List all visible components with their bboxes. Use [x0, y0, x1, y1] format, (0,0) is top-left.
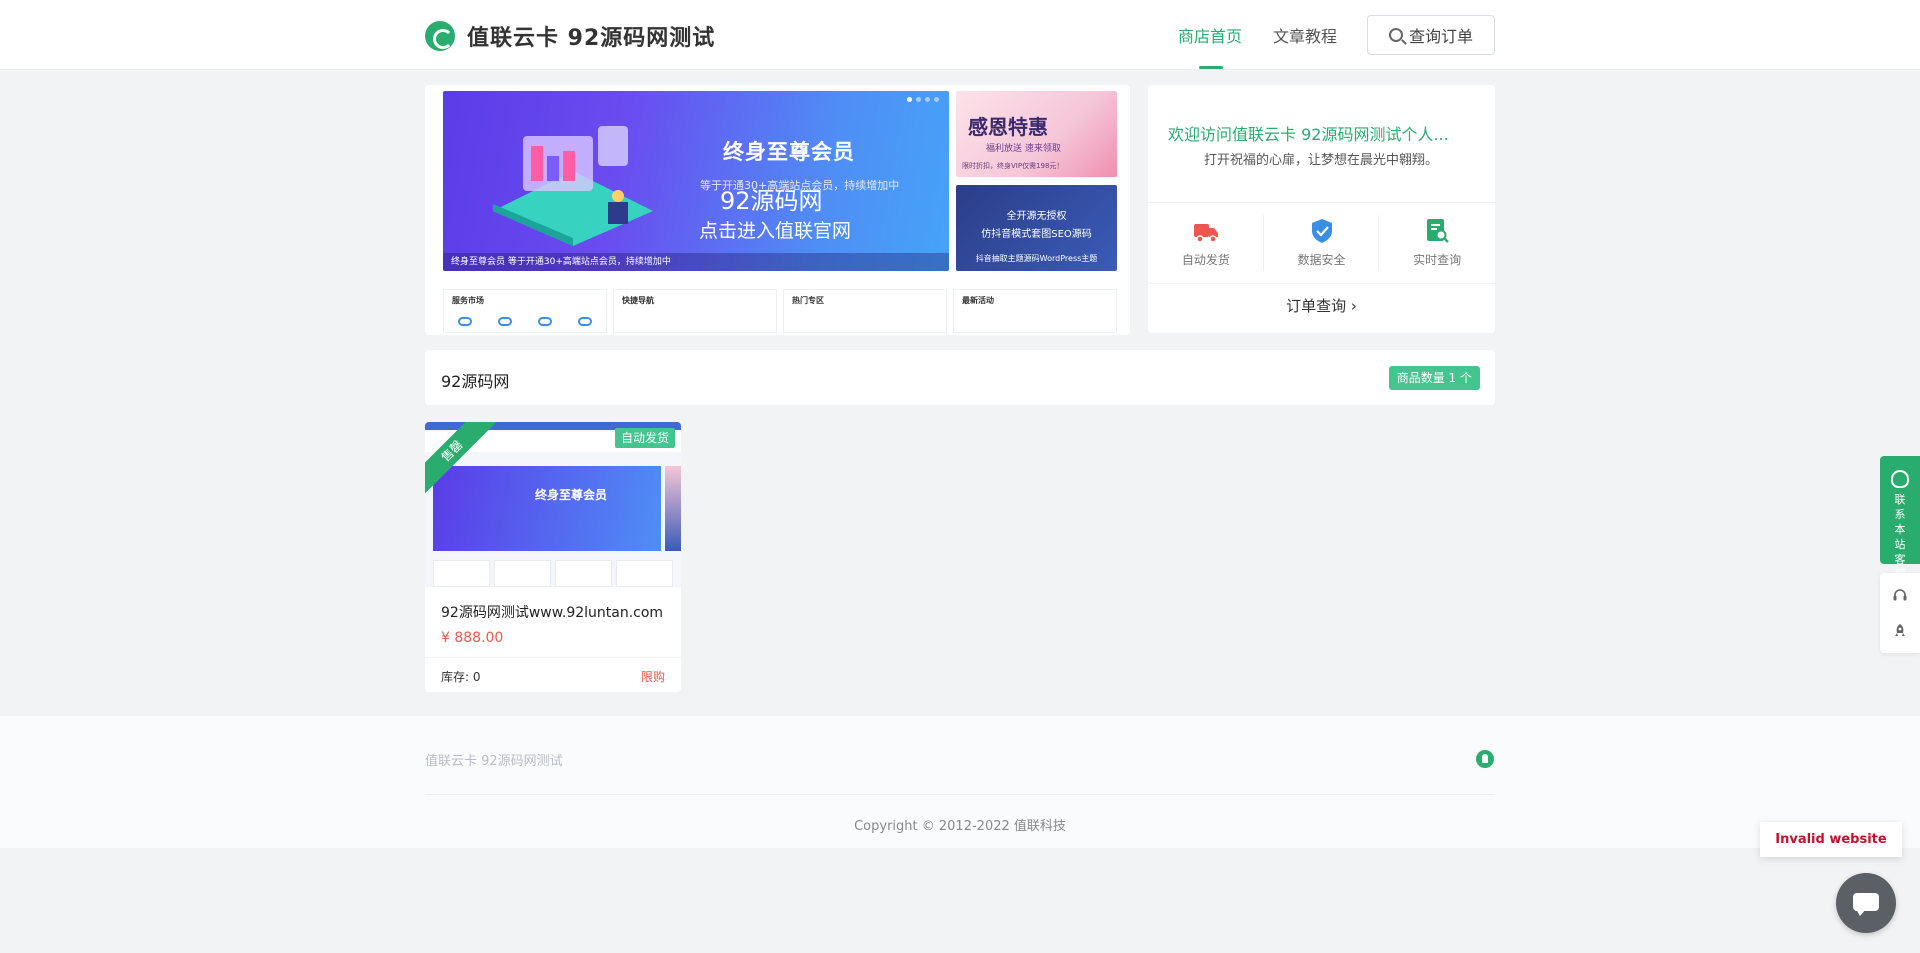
tile-latest-activity[interactable]: 最新活动 [953, 289, 1117, 333]
purchase-limit: 限购 [640, 670, 665, 684]
carousel-dots[interactable] [907, 97, 939, 102]
auto-delivery-tag: 自动发货 [614, 428, 675, 448]
order-query-link[interactable]: 订单查询 › [1148, 295, 1495, 316]
promo-subtitle: 福利放送 速来领取 [986, 144, 1061, 154]
banner-panel: 终身至尊会员 等于开通30+高端站点会员，持续增加中 92源码网 点击进入值联官… [425, 85, 1130, 335]
shield-icon [1311, 219, 1332, 243]
promo-footer: 限时折扣，终身VIP仅需198元！ [962, 162, 1064, 170]
tile-hot-zone[interactable]: 热门专区 [783, 289, 947, 333]
feature-realtime-query: 实时查询 [1379, 203, 1495, 283]
footer-brand: 值联云卡 92源码网测试 [425, 754, 563, 769]
nav-store-home[interactable]: 商店首页 [1178, 0, 1242, 70]
product-footer: 库存: 0 限购 [425, 657, 681, 692]
image-banner: 终身至尊会员 [433, 466, 661, 551]
side-toolbar [1880, 573, 1920, 653]
tile-title: 服务市场 [452, 296, 484, 305]
qq-icon [1891, 470, 1909, 488]
footer-divider [425, 794, 1495, 795]
nav-articles[interactable]: 文章教程 [1273, 0, 1337, 70]
feature-label: 实时查询 [1413, 253, 1462, 267]
search-doc-icon [1427, 219, 1450, 243]
search-icon [1388, 28, 1403, 42]
welcome-subtitle: 打开祝福的心扉，让梦想在晨光中翱翔。 [1204, 153, 1439, 168]
site-title: 值联云卡 92源码网测试 [467, 26, 716, 51]
tile-title: 快捷导航 [622, 296, 654, 305]
side-banner-theme[interactable]: 全开源无授权 仿抖音模式套图SEO源码 抖音抽取主题源码WordPress主题 [956, 185, 1117, 271]
page-footer: 值联云卡 92源码网测试 Copyright © 2012-2022 值联科技 [0, 716, 1920, 848]
banner-overlay-link[interactable]: 点击进入值联官网 [699, 216, 851, 243]
query-order-button[interactable]: 查询订单 [1367, 15, 1495, 55]
cloud-icon [538, 317, 552, 326]
contact-label: 联系本站客服 [1894, 493, 1906, 581]
cloud-icon [498, 317, 512, 326]
image-side [665, 466, 681, 551]
banner-illustration-icon [493, 126, 653, 246]
cloud-icon [578, 317, 592, 326]
banner-footer: 终身至尊会员 等于开通30+高端站点会员，持续增加中 [443, 253, 949, 271]
product-count-badge: 商品数量 1 个 [1388, 366, 1480, 390]
image-banner-title: 终身至尊会员 [535, 488, 608, 502]
product-image[interactable]: 终身至尊会员 售罄 自动发货 [425, 422, 681, 587]
product-stock: 库存: 0 [441, 670, 481, 684]
tile-title: 热门专区 [792, 296, 824, 305]
feature-label: 自动发货 [1181, 253, 1230, 267]
chat-icon[interactable] [1836, 873, 1896, 933]
feature-auto-delivery: 自动发货 [1148, 203, 1264, 283]
invalid-website-badge[interactable]: Invalid website [1760, 822, 1902, 857]
theme-line-3: 抖音抽取主题源码WordPress主题 [975, 254, 1098, 263]
category-bar: 92源码网 商品数量 1 个 [425, 350, 1495, 405]
top-header: 值联云卡 92源码网测试 商店首页 文章教程 查询订单 [0, 0, 1920, 70]
tile-quick-nav[interactable]: 快捷导航 [613, 289, 777, 333]
logo-icon [425, 21, 455, 51]
product-price: ¥ 888.00 [441, 630, 504, 646]
banner-overlay-name: 92源码网 [720, 187, 823, 215]
welcome-panel: 欢迎访问值联云卡 92源码网测试个人... 打开祝福的心扉，让梦想在晨光中翱翔。… [1148, 85, 1495, 333]
copyright: Copyright © 2012-2022 值联科技 [854, 819, 1066, 834]
product-card[interactable]: 终身至尊会员 售罄 自动发货 92源码网测试www.92luntan.com ¥… [425, 422, 681, 692]
query-order-label: 查询订单 [1408, 27, 1473, 46]
theme-line-2: 仿抖音模式套图SEO源码 [981, 229, 1092, 240]
category-title: 92源码网 [441, 372, 510, 391]
theme-line-1: 全开源无授权 [1006, 211, 1067, 222]
product-name[interactable]: 92源码网测试www.92luntan.com [441, 602, 663, 622]
footer-badge-icon[interactable] [1476, 750, 1494, 768]
truck-icon [1193, 224, 1218, 243]
nav-active-indicator [1199, 66, 1223, 69]
image-grid [433, 560, 673, 587]
feature-row: 自动发货 数据安全 实时查询 [1148, 202, 1495, 284]
side-banner-promo[interactable]: 感恩特惠 福利放送 速来领取 限时折扣，终身VIP仅需198元！ [956, 91, 1117, 177]
tile-service-market[interactable]: 服务市场 [443, 289, 607, 333]
banner-title: 终身至尊会员 [723, 140, 855, 164]
rocket-icon[interactable] [1892, 623, 1908, 639]
contact-support-button[interactable]: 联系本站客服 [1880, 456, 1920, 581]
tile-title: 最新活动 [962, 296, 994, 305]
main-banner[interactable]: 终身至尊会员 等于开通30+高端站点会员，持续增加中 92源码网 点击进入值联官… [443, 91, 949, 271]
headset-icon[interactable] [1892, 587, 1908, 603]
feature-label: 数据安全 [1297, 253, 1346, 267]
welcome-title: 欢迎访问值联云卡 92源码网测试个人... [1168, 125, 1449, 144]
feature-data-security: 数据安全 [1264, 203, 1380, 283]
cloud-icon [458, 317, 472, 326]
brand[interactable]: 值联云卡 92源码网测试 [425, 20, 715, 52]
promo-title: 感恩特惠 [968, 115, 1048, 139]
